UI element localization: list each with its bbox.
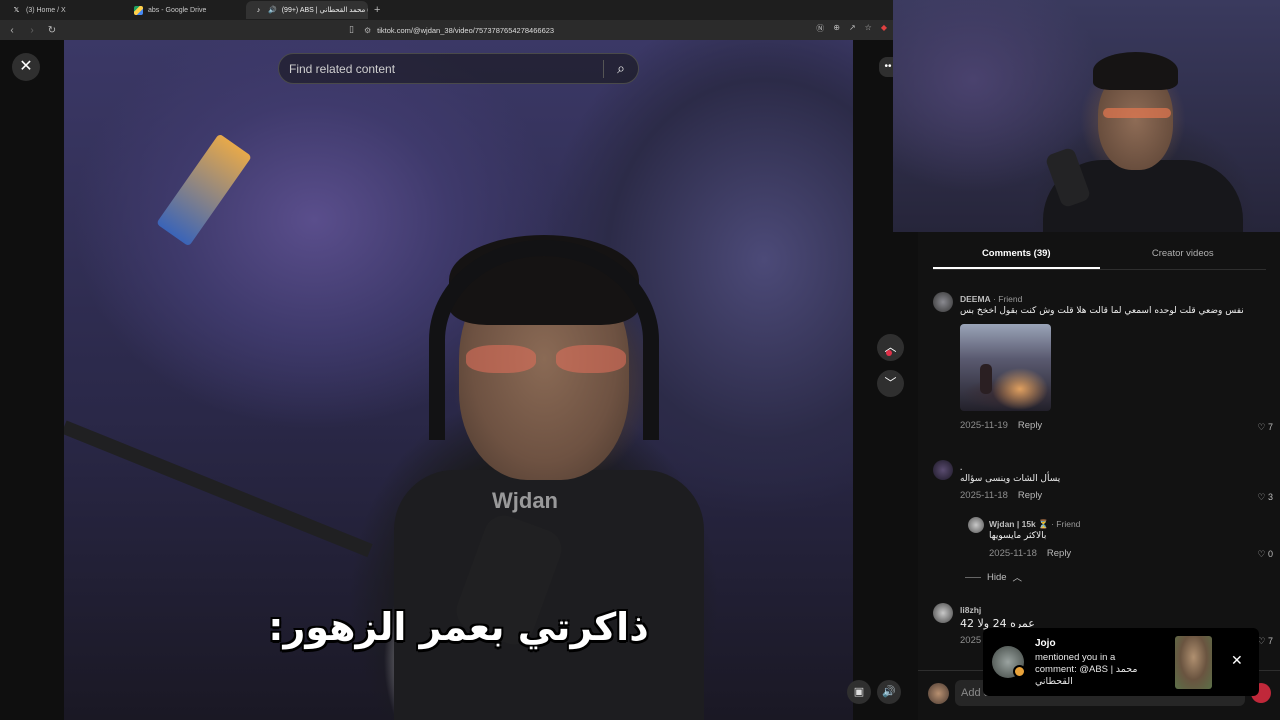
comment-author[interactable]: Wjdan | 15k ⏳ · Friend bbox=[989, 519, 1080, 530]
address-bar-actions: Ⓝ ⊕ ↗ ☆ ◆ bbox=[816, 23, 887, 34]
comment-author[interactable]: li8zhj bbox=[960, 605, 981, 615]
url-field[interactable]: ⚙ tiktok.com/@wjdan_38/video/75737876542… bbox=[364, 23, 814, 37]
mic-arm bbox=[64, 420, 373, 558]
extension-icon[interactable]: ◆ bbox=[881, 23, 887, 34]
avatar[interactable] bbox=[968, 517, 984, 533]
comment-text: بالاكثر مايسويها bbox=[989, 531, 1047, 541]
like-button[interactable]: ♡ 0 bbox=[1257, 549, 1273, 560]
browser-tab-strip: 𝕏 (3) Home / X abs - Google Drive ♪ 🔊 (9… bbox=[0, 0, 893, 20]
back-icon[interactable]: ‹ bbox=[6, 25, 18, 36]
tab-creator-videos[interactable]: Creator videos bbox=[1100, 244, 1267, 269]
bookmark-icon[interactable]: ▯ bbox=[349, 24, 354, 35]
avatar[interactable] bbox=[933, 603, 953, 623]
chevron-up-icon: ︿ bbox=[1012, 573, 1023, 584]
notification-text: mentioned you in a comment: @ABS | محمد … bbox=[1035, 652, 1138, 687]
url-text: tiktok.com/@wjdan_38/video/7573787654278… bbox=[377, 25, 555, 35]
mention-badge-icon bbox=[1013, 665, 1026, 678]
pip-person-hair bbox=[1093, 52, 1178, 90]
search-icon[interactable]: ⌕ bbox=[604, 60, 638, 77]
related-search-bar: ⌕ bbox=[278, 53, 639, 84]
comment-meta: 2025-11-18 Reply bbox=[960, 490, 1043, 501]
floating-video-preview[interactable] bbox=[893, 0, 1280, 232]
heart-icon: ♡ bbox=[1257, 422, 1266, 432]
comment-item: DEEMA · Friend نفس وضعي قلت لوحده اسمعي … bbox=[933, 292, 1273, 432]
related-search-input[interactable] bbox=[279, 61, 603, 76]
video-watermark: Wjdan bbox=[492, 488, 558, 513]
tiktok-icon: ♪ bbox=[256, 6, 261, 14]
like-button[interactable]: ♡ 7 bbox=[1257, 422, 1273, 433]
video-caption: ذاكرتي بعمر الزهور: bbox=[268, 605, 649, 649]
comment-text: يسأل الشات وينسى سؤاله bbox=[960, 474, 1061, 484]
tab-comments[interactable]: Comments (39) bbox=[933, 244, 1100, 269]
comment-item: . يسأل الشات وينسى سؤاله 2025-11-18 Reply… bbox=[933, 460, 1273, 510]
tab-label: (99+) ABS | محمد القحطاني (@... bbox=[281, 7, 368, 14]
volume-icon[interactable]: 🔊 bbox=[877, 680, 901, 704]
share-icon[interactable]: ↗ bbox=[849, 23, 856, 34]
reload-icon[interactable]: ↻ bbox=[46, 25, 58, 36]
comment-meta: 2025-11-18 Reply bbox=[989, 548, 1072, 559]
pip-toggle-icon[interactable]: ▣ bbox=[847, 680, 871, 704]
comment-author[interactable]: . bbox=[960, 462, 962, 472]
x-logo-icon: 𝕏 bbox=[13, 6, 20, 14]
reply-item: Wjdan | 15k ⏳ · Friend بالاكثر مايسويها … bbox=[968, 517, 1273, 562]
browser-tab-drive[interactable]: abs - Google Drive bbox=[126, 1, 246, 19]
like-button[interactable]: ♡ 3 bbox=[1257, 492, 1273, 503]
tab-label: (3) Home / X bbox=[26, 6, 66, 14]
notification-thumbnail[interactable] bbox=[1175, 636, 1212, 689]
video-frame[interactable]: Wjdan ذاكرتي بعمر الزهور: bbox=[64, 40, 853, 720]
avatar bbox=[928, 683, 949, 704]
speaker-icon[interactable]: 🔊 bbox=[268, 6, 277, 14]
comment-text: نفس وضعي قلت لوحده اسمعي لما قالت هلا قل… bbox=[960, 306, 1244, 316]
site-info-icon[interactable]: ⚙ bbox=[364, 26, 371, 35]
avatar[interactable] bbox=[933, 292, 953, 312]
like-button[interactable]: ♡ 7 bbox=[1257, 636, 1273, 647]
divider-line bbox=[965, 576, 981, 578]
star-icon[interactable]: ☆ bbox=[865, 23, 872, 34]
reply-button[interactable]: Reply bbox=[1018, 420, 1042, 431]
zoom-icon[interactable]: ⊕ bbox=[833, 23, 840, 34]
google-drive-icon bbox=[134, 5, 143, 15]
notification-author: Jojo bbox=[1035, 638, 1056, 649]
browser-tab-tiktok[interactable]: ♪ 🔊 (99+) ABS | محمد القحطاني (@... ✕ bbox=[246, 1, 368, 19]
address-bar: ‹ › ↻ ▯ ⚙ tiktok.com/@wjdan_38/video/757… bbox=[0, 20, 893, 40]
reply-button[interactable]: Reply bbox=[1047, 548, 1071, 559]
panel-tabs: Comments (39) Creator videos bbox=[933, 244, 1266, 270]
hide-label: Hide bbox=[987, 571, 1007, 583]
next-video-button[interactable]: ﹀ bbox=[877, 370, 904, 397]
comment-image[interactable] bbox=[960, 324, 1051, 411]
previous-video-button[interactable]: ︿ bbox=[877, 334, 904, 361]
notification-dot bbox=[886, 350, 892, 356]
avatar[interactable] bbox=[933, 460, 953, 480]
pixel-torch-decoration bbox=[156, 133, 252, 247]
tab-label: abs - Google Drive bbox=[148, 6, 207, 14]
reader-icon[interactable]: Ⓝ bbox=[816, 23, 824, 34]
reply-button[interactable]: Reply bbox=[1018, 490, 1042, 501]
headset bbox=[429, 240, 659, 440]
sunglasses bbox=[466, 345, 626, 373]
comment-meta: 2025 bbox=[960, 635, 982, 646]
close-player-button[interactable]: ✕ bbox=[12, 53, 40, 81]
heart-icon: ♡ bbox=[1257, 549, 1266, 559]
close-icon[interactable]: ✕ bbox=[1231, 652, 1243, 669]
mention-notification[interactable]: Jojo mentioned you in a comment: @ABS | … bbox=[983, 628, 1259, 696]
hide-replies-button[interactable]: Hide ︿ bbox=[965, 570, 1022, 584]
pip-sunglasses bbox=[1103, 108, 1171, 118]
new-tab-button[interactable]: + bbox=[374, 4, 380, 16]
comment-author[interactable]: DEEMA · Friend bbox=[960, 294, 1022, 304]
browser-tab-x[interactable]: 𝕏 (3) Home / X bbox=[4, 1, 126, 19]
comment-meta: 2025-11-19 Reply bbox=[960, 420, 1043, 431]
heart-icon: ♡ bbox=[1257, 492, 1266, 502]
forward-icon[interactable]: › bbox=[26, 25, 38, 36]
